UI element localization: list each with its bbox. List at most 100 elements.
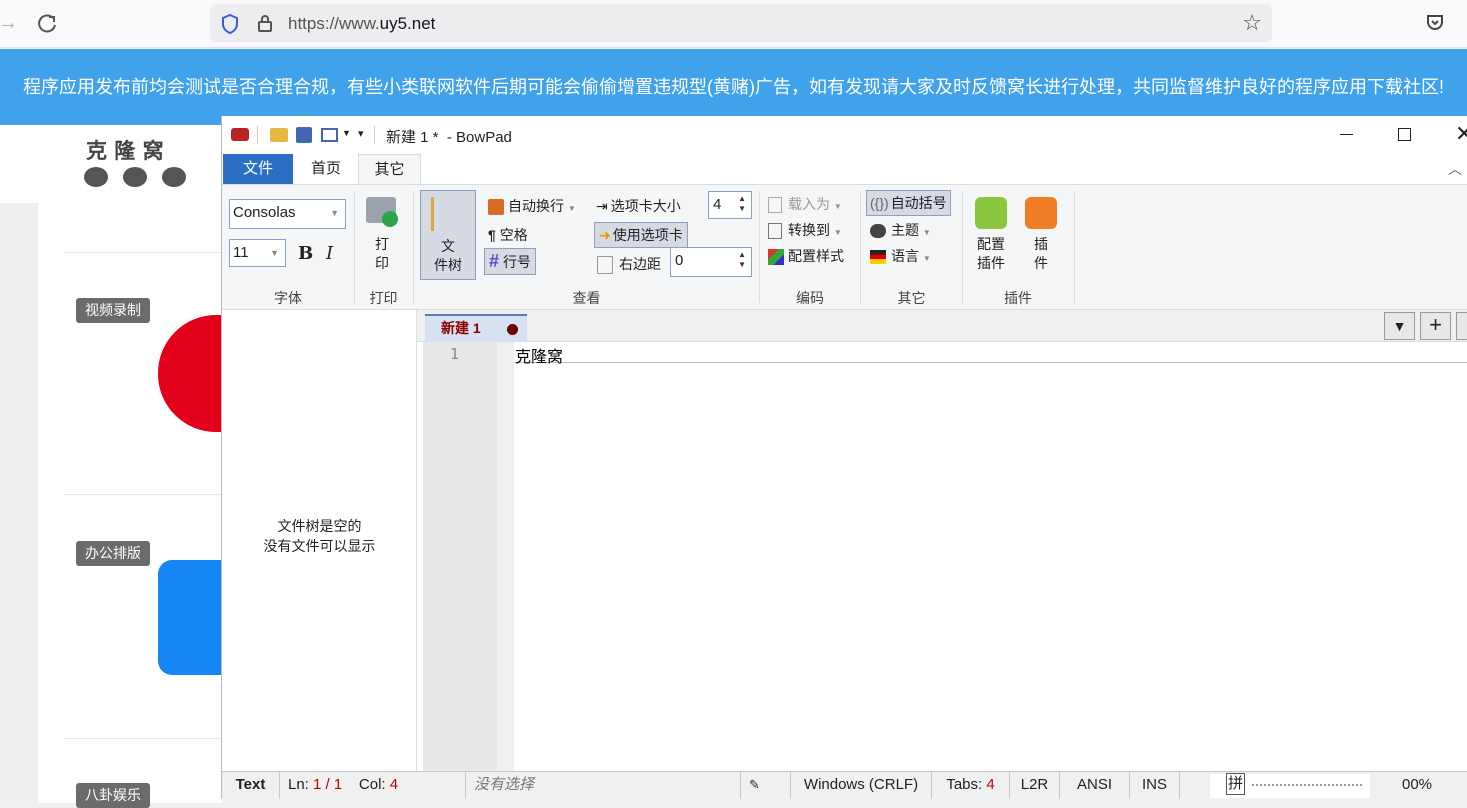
- print-button[interactable]: 打 印: [362, 191, 404, 277]
- spinner-arrows-icon[interactable]: ▲ ▼: [738, 194, 746, 214]
- font-name-combo[interactable]: Consolas ▼: [229, 199, 346, 229]
- status-edit-icon[interactable]: ✎: [741, 772, 791, 799]
- tab-size-spinner[interactable]: 4 ▲ ▼: [708, 191, 752, 219]
- ime-icons: [1252, 784, 1362, 788]
- maximize-icon[interactable]: [1398, 128, 1411, 141]
- use-tabs-button[interactable]: ➜ 使用选项卡: [594, 222, 688, 248]
- category-tag[interactable]: 办公排版: [76, 541, 150, 566]
- status-insert-mode[interactable]: INS: [1130, 772, 1180, 799]
- word-wrap-icon: [488, 199, 504, 216]
- tab-size-label: ⇥ 选项卡大小: [596, 196, 681, 216]
- separator: [354, 191, 355, 303]
- status-zoom[interactable]: 00%: [1372, 772, 1467, 799]
- tabs-value: 4: [986, 776, 995, 793]
- file-tree-panel[interactable]: 文件树是空的 没有文件可以显示: [222, 310, 417, 771]
- eol-value: Windows (CRLF): [803, 776, 919, 793]
- line-numbers-button[interactable]: # 行号: [484, 248, 537, 275]
- document-icon: [768, 197, 782, 214]
- font-size-combo[interactable]: 11 ▼: [229, 239, 286, 267]
- line-number: 1: [450, 345, 460, 363]
- whitespace-button[interactable]: ¶ 空格: [488, 225, 528, 245]
- ime-toolbar[interactable]: 拼: [1210, 773, 1370, 798]
- right-margin-text: 右边距: [619, 256, 661, 272]
- forward-icon[interactable]: →: [0, 12, 18, 35]
- right-margin-spinner[interactable]: 0 ▲ ▼: [670, 247, 752, 277]
- theme-label: 主题: [891, 222, 919, 238]
- divider: [64, 494, 224, 495]
- customize-arrow-icon[interactable]: ▾: [358, 127, 364, 140]
- fold-margin[interactable]: [497, 342, 514, 771]
- style-icon: [768, 249, 784, 266]
- language-button[interactable]: 语言 ▼: [870, 246, 931, 266]
- status-position: Ln: 1 / 1 Col: 4: [280, 772, 466, 799]
- status-encoding[interactable]: ANSI: [1060, 772, 1130, 799]
- new-tab-button[interactable]: +: [1420, 312, 1451, 340]
- address-bar[interactable]: https://www.uy5.net ☆: [210, 4, 1272, 42]
- file-tree-button[interactable]: 文 件树: [420, 190, 476, 280]
- group-label-other: 其它: [897, 290, 926, 306]
- spinner-arrows-icon[interactable]: ▲ ▼: [738, 250, 746, 270]
- editor-text[interactable]: 克隆窝: [515, 343, 563, 367]
- ime-mode[interactable]: 拼: [1226, 773, 1246, 795]
- file-tree-label: 文 件树: [434, 238, 462, 273]
- theme-button[interactable]: 主题 ▼: [870, 220, 931, 240]
- config-plugins-label: 配置 插件: [977, 236, 1005, 271]
- word-wrap-button[interactable]: 自动换行 ▼: [488, 196, 576, 216]
- right-margin-value: 0: [675, 252, 684, 269]
- close-tab-button[interactable]: [1456, 312, 1467, 340]
- config-plugins-button[interactable]: 配置 插件: [968, 191, 1014, 277]
- brace-icon: ({}): [870, 195, 889, 211]
- reload-icon[interactable]: [36, 13, 58, 35]
- chevron-down-icon: ▼: [330, 208, 339, 218]
- document-tab[interactable]: 新建 1: [425, 314, 527, 342]
- status-tabs[interactable]: Tabs: 4: [932, 772, 1010, 799]
- category-tag[interactable]: 视频录制: [76, 298, 150, 323]
- config-style-label: 配置样式: [788, 248, 844, 264]
- bowpad-window: ▼ ▾ 新建 1 * - BowPad ✕ 文件 首页 其它 ︿ Consola…: [221, 116, 1467, 799]
- site-logo[interactable]: 克 隆 窝: [0, 125, 222, 203]
- status-selection: 没有选择: [466, 772, 741, 799]
- pocket-icon[interactable]: [1425, 13, 1445, 33]
- modified-dot-icon[interactable]: [507, 324, 518, 335]
- dropdown-arrow-icon[interactable]: ▼: [342, 128, 351, 138]
- tab-other[interactable]: 其它: [358, 154, 421, 185]
- app-icon-office[interactable]: [158, 560, 221, 675]
- margin-icon: [597, 256, 613, 275]
- ln-label: Ln:: [288, 776, 309, 793]
- status-direction[interactable]: L2R: [1010, 772, 1060, 799]
- tab-home[interactable]: 首页: [294, 154, 358, 184]
- tab-size-value: 4: [713, 196, 722, 213]
- auto-brace-button[interactable]: ({}) 自动括号: [866, 190, 951, 216]
- bold-button[interactable]: B: [298, 243, 313, 264]
- collapse-ribbon-icon[interactable]: ︿: [1448, 159, 1462, 179]
- logo-face-icon: [84, 167, 108, 187]
- tab-list-button[interactable]: ▼: [1384, 312, 1415, 340]
- tab-file[interactable]: 文件: [223, 154, 293, 184]
- category-tag[interactable]: 八卦娱乐: [76, 783, 150, 808]
- bookmark-star-icon[interactable]: ☆: [1242, 10, 1262, 36]
- editor-area[interactable]: 克隆窝: [514, 342, 1467, 771]
- convert-to-button[interactable]: 转换到 ▼: [768, 220, 842, 240]
- browser-toolbar: → https://www.uy5.net ☆: [0, 0, 1467, 48]
- app-bow-icon: [231, 128, 249, 141]
- open-folder-icon[interactable]: [270, 128, 288, 142]
- save-icon[interactable]: [296, 127, 312, 143]
- status-lexer[interactable]: Text: [222, 772, 280, 799]
- shield-icon[interactable]: [220, 13, 240, 35]
- lock-icon[interactable]: [256, 13, 274, 33]
- config-style-button[interactable]: 配置样式: [768, 246, 844, 266]
- current-line-highlight: [514, 342, 1467, 363]
- pencil-icon: ✎: [749, 777, 760, 792]
- zoom-value: 00%: [1402, 776, 1433, 793]
- load-as-button[interactable]: 载入为 ▼: [768, 194, 842, 214]
- plugins-button[interactable]: 插 件: [1020, 191, 1062, 277]
- arrow-right-icon: ➜: [599, 227, 611, 243]
- new-document-icon[interactable]: [321, 128, 338, 142]
- minimize-icon[interactable]: [1340, 134, 1353, 135]
- title-bar: ▼ ▾ 新建 1 * - BowPad ✕: [222, 116, 1467, 154]
- url-text[interactable]: https://www.uy5.net: [288, 14, 435, 34]
- empty-message-line: 文件树是空的: [277, 518, 362, 534]
- close-icon[interactable]: ✕: [1455, 121, 1467, 147]
- italic-button[interactable]: I: [326, 243, 333, 264]
- status-eol[interactable]: Windows (CRLF): [791, 772, 932, 799]
